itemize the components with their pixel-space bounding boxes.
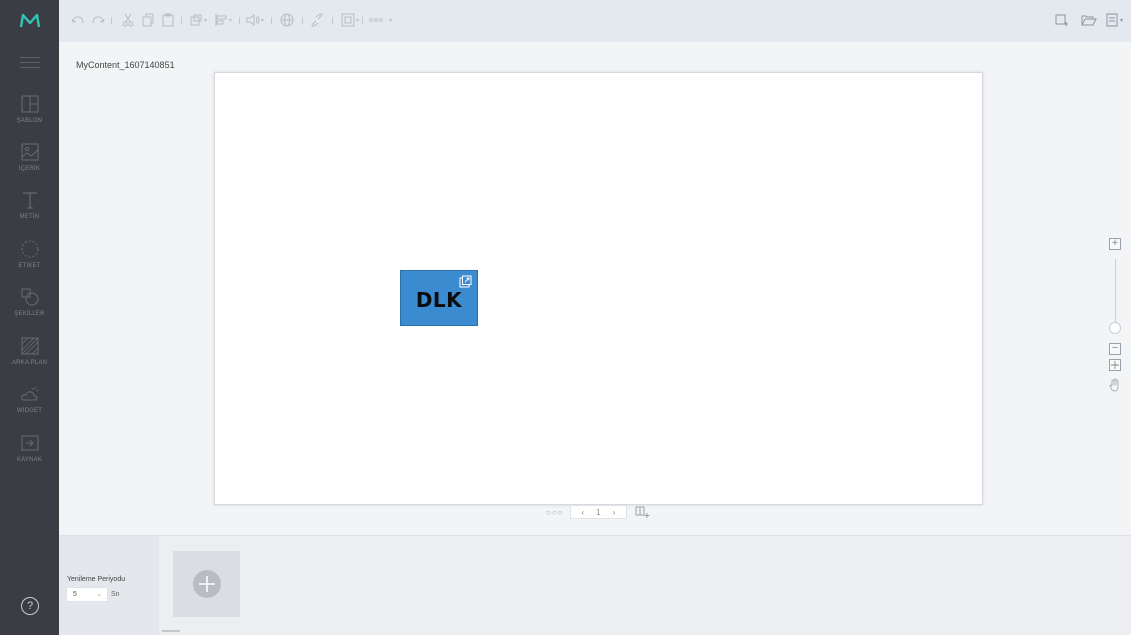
sidebar-item-tag[interactable]: ETİKET <box>0 239 59 283</box>
chevron-down-icon: ⌄ <box>96 591 102 598</box>
sidebar-item-label: ARKA PLAN <box>11 360 48 366</box>
audio-icon[interactable]: ▾ <box>246 12 264 28</box>
page-dots[interactable]: ○○○ <box>546 508 564 517</box>
weather-icon <box>20 387 38 401</box>
add-slide-button[interactable] <box>173 551 240 617</box>
refresh-period-select[interactable]: 5 ⌄ <box>66 587 108 602</box>
text-icon <box>22 192 37 209</box>
sidebar-item-shapes[interactable]: ŞEKİLLER <box>0 287 59 331</box>
refresh-period-value: 5 <box>73 591 77 598</box>
image-icon <box>21 143 38 161</box>
add-page-icon[interactable] <box>635 505 651 519</box>
left-sidebar: ŞABLON İÇERİK METİN ETİKET ŞEKİLLER ARKA… <box>0 0 59 641</box>
help-icon[interactable]: ? <box>21 597 39 615</box>
sidebar-item-label: ŞEKİLLER <box>14 311 45 317</box>
paste-icon[interactable] <box>161 12 175 28</box>
zoom-in-button[interactable]: + <box>1109 238 1121 250</box>
app-logo[interactable] <box>0 0 59 42</box>
sidebar-item-label: WIDGET <box>16 408 43 414</box>
slides-scrollbar[interactable] <box>162 630 180 632</box>
sidebar-item-label: ETİKET <box>18 263 41 269</box>
workspace: MyContent_1607140851 DLK ○○○ ‹ 1 › + − <box>59 42 1131 535</box>
copy-icon[interactable] <box>141 12 155 28</box>
external-link-icon[interactable] <box>459 275 472 288</box>
slides-panel: Yenileme Periyodu 5 ⌄ Sn <box>59 535 1131 636</box>
page-box: ‹ 1 › <box>569 505 628 519</box>
save-icon[interactable]: ▾ <box>1105 12 1123 28</box>
toolbar-separator <box>332 17 333 24</box>
align-icon[interactable]: ▾ <box>214 12 232 28</box>
cut-icon[interactable] <box>121 12 135 28</box>
next-page-button[interactable]: › <box>613 508 616 517</box>
arrange-icon[interactable]: ▾ <box>189 12 207 28</box>
bottom-edge <box>0 635 1131 641</box>
prev-page-button[interactable]: ‹ <box>582 508 585 517</box>
source-icon <box>21 435 38 451</box>
toolbar-separator <box>181 17 182 24</box>
refresh-period-label: Yenileme Periyodu <box>67 576 126 583</box>
refresh-settings: Yenileme Periyodu 5 ⌄ Sn <box>59 536 159 636</box>
dlk-widget[interactable]: DLK <box>400 270 478 326</box>
sidebar-item-widget[interactable]: WIDGET <box>0 384 59 428</box>
hamburger-icon[interactable] <box>20 57 40 69</box>
redo-icon[interactable] <box>91 12 105 28</box>
more-icon[interactable]: ▾ <box>368 12 392 28</box>
toolbar-separator <box>271 17 272 24</box>
undo-icon[interactable] <box>71 12 85 28</box>
add-slide-icon <box>192 570 221 598</box>
canvas[interactable]: DLK <box>214 72 983 505</box>
sidebar-item-content[interactable]: İÇERİK <box>0 142 59 186</box>
zoom-slider-track[interactable] <box>1115 259 1116 324</box>
new-page-icon[interactable] <box>1055 12 1069 28</box>
zoom-out-button[interactable]: − <box>1109 343 1121 355</box>
widget-text: DLK <box>415 288 463 312</box>
toolbar-separator <box>362 17 363 24</box>
top-toolbar: ▾ ▾ ▾ ▾ ▾ ▾ <box>59 0 1131 42</box>
pan-hand-icon[interactable] <box>1108 378 1122 392</box>
template-icon <box>21 95 38 113</box>
sidebar-item-template[interactable]: ŞABLON <box>0 94 59 138</box>
link-icon[interactable] <box>310 12 324 28</box>
sidebar-item-source[interactable]: KAYNAK <box>0 433 59 477</box>
logo-icon <box>19 13 40 28</box>
tag-icon <box>21 240 38 258</box>
web-icon[interactable] <box>280 12 294 28</box>
image-icon[interactable]: ▾ <box>341 12 359 28</box>
toolbar-separator <box>239 17 240 24</box>
shapes-icon <box>21 288 38 306</box>
sidebar-item-label: İÇERİK <box>18 166 41 172</box>
toolbar-separator <box>302 17 303 24</box>
refresh-unit: Sn <box>111 591 120 598</box>
content-name[interactable]: MyContent_1607140851 <box>76 60 175 70</box>
sidebar-item-background[interactable]: ARKA PLAN <box>0 336 59 380</box>
page-navigator: ○○○ ‹ 1 › <box>546 504 651 520</box>
zoom-slider-handle[interactable] <box>1109 322 1121 334</box>
toolbar-separator <box>111 17 112 24</box>
sidebar-item-label: KAYNAK <box>16 457 43 463</box>
sidebar-item-label: METİN <box>19 214 40 220</box>
open-folder-icon[interactable] <box>1081 12 1097 28</box>
fit-screen-icon[interactable] <box>1109 359 1121 371</box>
page-number: 1 <box>596 507 601 517</box>
background-icon <box>21 337 38 355</box>
sidebar-item-label: ŞABLON <box>16 118 43 124</box>
sidebar-item-text[interactable]: METİN <box>0 190 59 234</box>
